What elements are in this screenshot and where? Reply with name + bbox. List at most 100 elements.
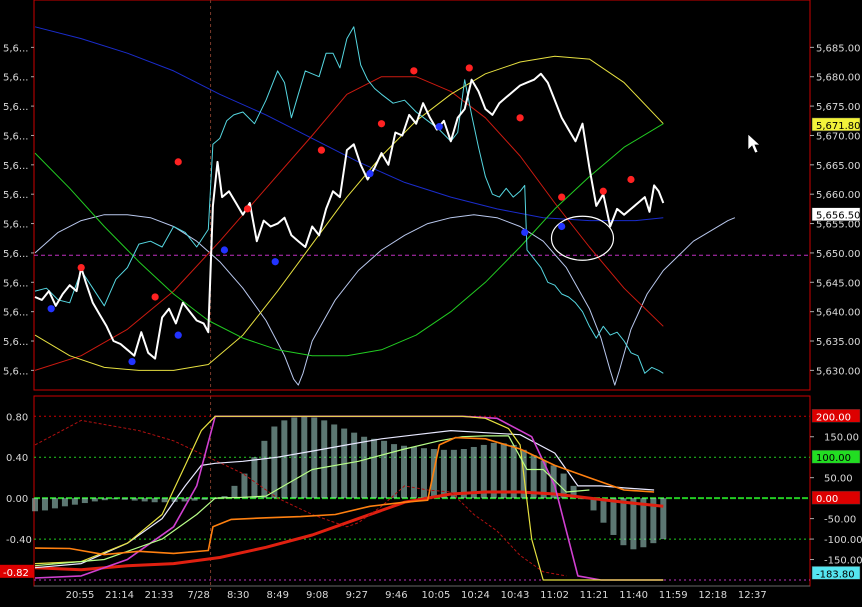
histogram-bar <box>450 449 457 499</box>
histogram-bar <box>600 498 607 523</box>
swing-high-point[interactable] <box>243 205 252 213</box>
histogram-bar <box>161 498 168 503</box>
histogram-bar <box>231 485 238 499</box>
swing-low-point[interactable] <box>366 170 374 178</box>
x-tick-label: 9:08 <box>306 590 328 601</box>
price-right-tick-label: 5,680.00 <box>816 73 861 84</box>
histogram-bar <box>410 446 417 499</box>
price-left-tick-label: 5,6... <box>3 73 28 84</box>
swing-low-point[interactable] <box>220 246 229 254</box>
osc-left-tick-label: -0.40 <box>6 535 32 546</box>
x-tick-label: 11:21 <box>580 590 609 601</box>
x-tick-label: 11:02 <box>540 590 569 601</box>
osc-right-tick-label: -100.00 <box>824 535 862 546</box>
histogram-bar <box>401 445 408 499</box>
histogram-bar <box>41 498 48 511</box>
histogram-bar <box>291 417 298 499</box>
histogram-bar <box>490 442 497 499</box>
histogram-bar <box>480 444 487 499</box>
histogram-bar <box>361 436 368 499</box>
histogram-bar <box>181 498 188 502</box>
x-tick-label: 8:30 <box>227 590 249 601</box>
histogram-bar <box>331 424 338 499</box>
chart-background <box>0 0 862 603</box>
osc-right-tick-label: -50.00 <box>824 515 856 526</box>
osc-left-tick-label: 0.00 <box>6 494 28 505</box>
price-left-tick-label: 5,6... <box>3 43 28 54</box>
x-tick-label: 10:05 <box>421 590 450 601</box>
swing-low-point[interactable] <box>558 222 566 231</box>
swing-low-point[interactable] <box>271 258 279 266</box>
x-tick-label: 20:55 <box>66 590 95 601</box>
swing-low-point[interactable] <box>128 357 136 366</box>
osc-left-tick-label: 0.80 <box>6 412 28 423</box>
histogram-bar <box>420 448 427 499</box>
swing-high-point[interactable] <box>627 175 635 184</box>
swing-low-point[interactable] <box>435 123 443 131</box>
x-tick-label: 7/28 <box>187 590 209 601</box>
chart-window: 5,685.00 5,680.00 5,675.00 5,670.00 5,665.00… <box>0 0 862 603</box>
histogram-bar <box>101 498 108 501</box>
swing-low-point[interactable] <box>174 331 182 339</box>
histogram-bar <box>61 498 68 507</box>
x-tick-label: 11:40 <box>619 590 648 601</box>
x-tick-label: 9:46 <box>385 590 407 601</box>
price-left-tick-label: 5,6... <box>3 220 28 231</box>
histogram-bar <box>131 498 138 501</box>
histogram-bar <box>271 426 278 499</box>
swing-low-point[interactable] <box>47 305 55 313</box>
price-left-tick-label: 5,6... <box>3 278 28 289</box>
osc-right-badge: 0.00 <box>816 494 838 505</box>
histogram-bar <box>351 432 358 499</box>
swing-high-point[interactable] <box>410 67 418 75</box>
histogram-bar <box>111 498 118 500</box>
histogram-bar <box>510 444 517 499</box>
swing-high-point[interactable] <box>377 120 386 128</box>
histogram-bar <box>470 446 477 499</box>
price-right-tick-label: 5,640.00 <box>816 308 861 319</box>
osc-right-tick-label: 150.00 <box>824 433 859 444</box>
swing-high-point[interactable] <box>558 193 566 201</box>
histogram-bar <box>311 417 318 499</box>
price-left-tick-label: 5,6... <box>3 337 28 348</box>
swing-high-point[interactable] <box>516 114 524 122</box>
price-right-tick-label: 5,645.00 <box>816 278 861 289</box>
x-tick-label: 12:18 <box>698 590 727 601</box>
histogram-bar <box>660 498 667 540</box>
swing-high-point[interactable] <box>77 264 85 272</box>
swing-high-point[interactable] <box>599 187 607 195</box>
x-tick-label: 10:24 <box>461 590 490 601</box>
price-right-tick-label: 5,675.00 <box>816 102 861 113</box>
chart-svg[interactable]: 5,685.00 5,680.00 5,675.00 5,670.00 5,665.00… <box>0 0 862 603</box>
x-tick-label: 21:14 <box>105 590 134 601</box>
x-tick-label: 21:33 <box>145 590 174 601</box>
histogram-bar <box>151 498 158 503</box>
price-left-tick-label: 5,6... <box>3 102 28 113</box>
price-left-tick-label: 5,6... <box>3 161 28 172</box>
price-right-tick-label: 5,665.00 <box>816 161 861 172</box>
price-right-tick-label: 5,630.00 <box>816 366 861 377</box>
histogram-bar <box>261 440 268 499</box>
swing-high-point[interactable] <box>151 293 159 301</box>
swing-high-point[interactable] <box>174 158 182 166</box>
price-left-tick-label: 5,6... <box>3 308 28 319</box>
histogram-bar <box>32 498 38 512</box>
price-left-tick-label: 5,6... <box>3 249 28 260</box>
current-price-badge: 5,671.80 <box>816 121 861 132</box>
price-left-tick-label: 5,6... <box>3 366 28 377</box>
histogram-bar <box>51 498 58 509</box>
price-right-tick-label: 5,635.00 <box>816 337 861 348</box>
swing-high-point[interactable] <box>317 146 326 154</box>
x-tick-label: 9:27 <box>346 590 368 601</box>
price-left-tick-label: 5,6... <box>3 190 28 201</box>
price-left-tick-label: 5,6... <box>3 131 28 142</box>
histogram-bar <box>141 498 148 502</box>
swing-low-point[interactable] <box>521 228 529 236</box>
swing-high-point[interactable] <box>465 64 473 72</box>
histogram-bar <box>500 443 507 499</box>
osc-right-tick-label: 50.00 <box>824 474 853 485</box>
price-right-tick-label: 5,670.00 <box>816 131 861 142</box>
osc-right-badge: 200.00 <box>816 412 851 423</box>
osc-right-badge: 100.00 <box>816 453 851 464</box>
x-tick-label: 10:43 <box>501 590 530 601</box>
